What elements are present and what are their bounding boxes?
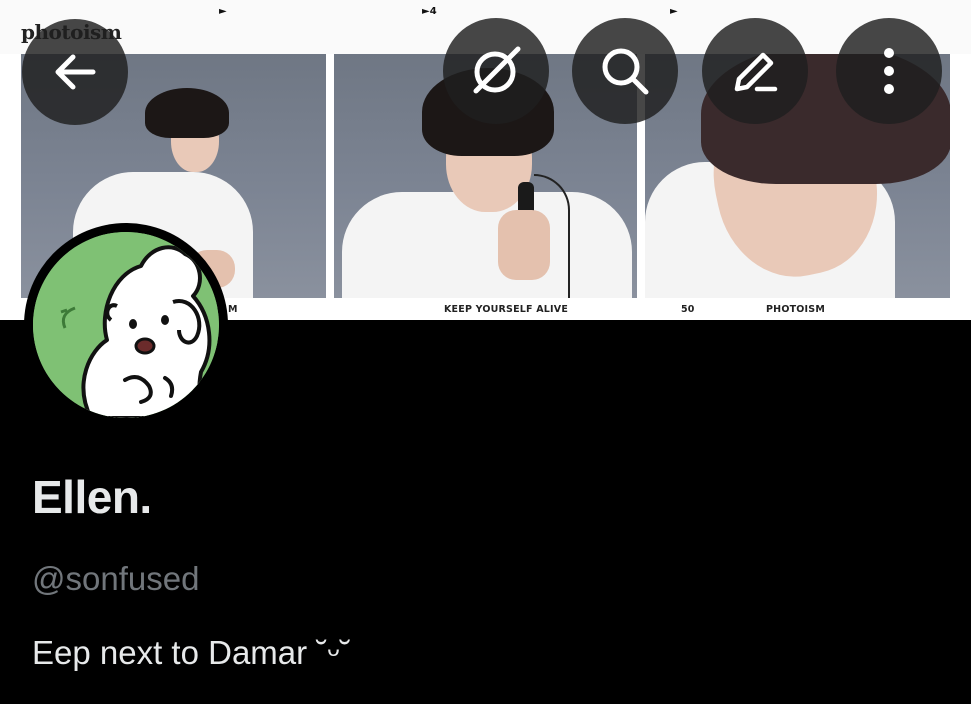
photo-cable bbox=[534, 174, 570, 298]
banner-caption: PHOTOISM bbox=[766, 304, 825, 315]
more-vertical-icon bbox=[879, 43, 899, 99]
banner-frame-mark: ► bbox=[219, 6, 227, 17]
profile-avatar[interactable] bbox=[24, 223, 228, 427]
more-options-button[interactable] bbox=[836, 18, 942, 124]
banner-caption: M bbox=[228, 304, 238, 315]
banner-caption: 50 bbox=[681, 304, 695, 315]
grok-button[interactable] bbox=[443, 18, 549, 124]
arrow-left-icon bbox=[49, 46, 101, 98]
display-name: Ellen. bbox=[32, 471, 152, 523]
edit-pencil-icon bbox=[727, 43, 783, 99]
grok-icon bbox=[466, 41, 526, 101]
search-button[interactable] bbox=[572, 18, 678, 124]
banner-frame-mark: ►4 bbox=[422, 6, 437, 17]
edit-profile-button[interactable] bbox=[702, 18, 808, 124]
white-puppy-avatar bbox=[33, 232, 219, 418]
photo-hair bbox=[145, 88, 229, 138]
profile-bio: Eep next to Damar ˘ᵕ˘ bbox=[32, 634, 351, 671]
search-icon bbox=[597, 43, 653, 99]
user-handle: @sonfused bbox=[32, 560, 200, 597]
back-button[interactable] bbox=[22, 19, 128, 125]
banner-frame-mark: ► bbox=[670, 6, 678, 17]
banner-caption: KEEP YOURSELF ALIVE bbox=[444, 304, 569, 315]
